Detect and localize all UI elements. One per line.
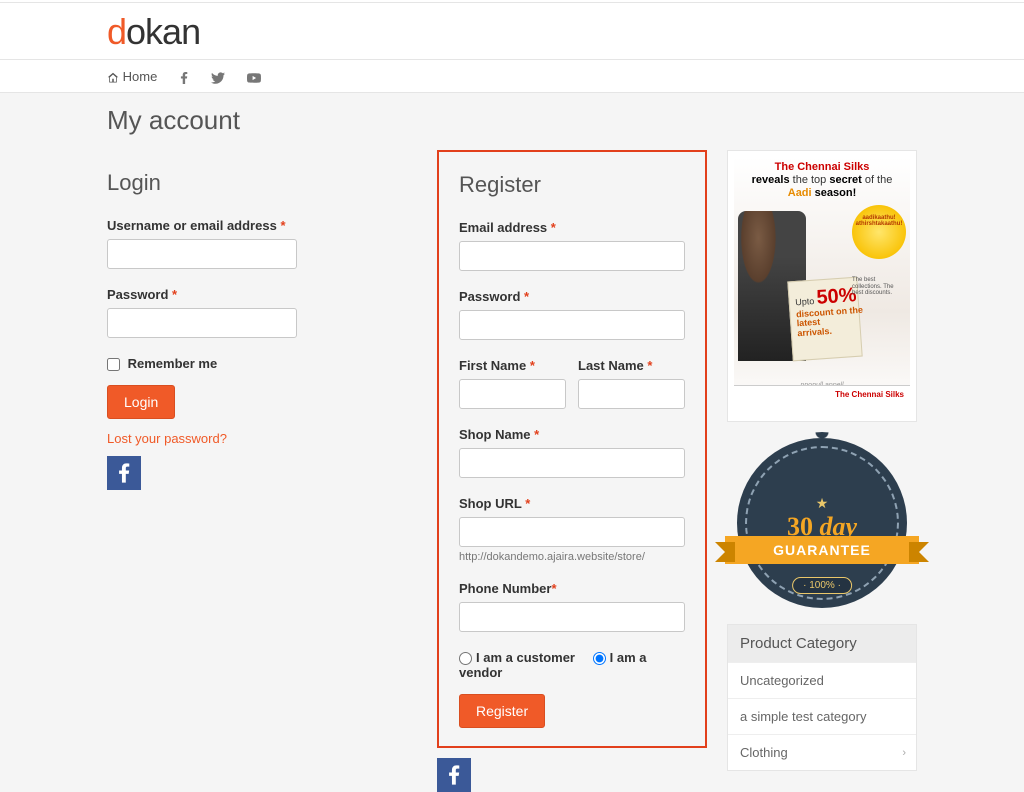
login-username-input[interactable]	[107, 239, 297, 269]
youtube-icon	[247, 72, 261, 84]
nav-facebook[interactable]	[179, 69, 189, 84]
reg-firstname-label: First Name *	[459, 358, 566, 373]
site-header: dokan Home	[0, 3, 1024, 93]
home-icon	[107, 72, 119, 84]
guarantee-100: · 100% ·	[792, 577, 852, 594]
category-item[interactable]: a simple test category	[728, 698, 916, 734]
widget-title: Product Category	[728, 625, 916, 662]
reg-phone-input[interactable]	[459, 602, 685, 632]
page-title: My account	[107, 105, 917, 136]
reg-email-label: Email address *	[459, 220, 685, 235]
reg-lastname-label: Last Name *	[578, 358, 685, 373]
remember-me-checkbox[interactable]	[107, 358, 120, 371]
facebook-icon	[179, 72, 189, 84]
facebook-icon	[118, 463, 130, 483]
register-box: Register Email address * Password * Firs…	[437, 150, 707, 748]
ad-headline: The Chennai Silks reveals the top secret…	[734, 157, 910, 201]
nav-twitter[interactable]	[211, 69, 225, 84]
ad-side-text: The best collections. The best discounts…	[852, 277, 906, 297]
register-heading: Register	[459, 172, 685, 198]
product-category-widget: Product Category Uncategorized a simple …	[727, 624, 917, 771]
logo-d: d	[107, 11, 126, 52]
reg-firstname-input[interactable]	[459, 379, 566, 409]
reg-password-label: Password *	[459, 289, 685, 304]
login-heading: Login	[107, 170, 377, 196]
logo-rest: okan	[126, 11, 200, 52]
login-username-label: Username or email address *	[107, 218, 377, 233]
reg-password-input[interactable]	[459, 310, 685, 340]
reg-email-input[interactable]	[459, 241, 685, 271]
page-body: My account Login Username or email addre…	[97, 93, 927, 792]
login-password-input[interactable]	[107, 308, 297, 338]
role-customer-radio[interactable]	[459, 652, 472, 665]
sidebar: The Chennai Silks reveals the top secret…	[727, 150, 917, 771]
login-button[interactable]: Login	[107, 385, 175, 419]
role-vendor-radio[interactable]	[593, 652, 606, 665]
category-item[interactable]: Uncategorized	[728, 662, 916, 698]
login-section: Login Username or email address * Passwo…	[107, 150, 417, 792]
site-logo[interactable]: dokan	[107, 3, 917, 59]
category-item[interactable]: Clothing›	[728, 734, 916, 770]
star-icon: ★	[816, 495, 829, 512]
reg-phone-label: Phone Number*	[459, 581, 685, 596]
reg-lastname-input[interactable]	[578, 379, 685, 409]
nav-home-label: Home	[123, 69, 158, 84]
reg-shopurl-hint: http://dokandemo.ajaira.website/store/	[459, 551, 685, 563]
ad-footer: The Chennai Silks	[734, 385, 910, 415]
role-customer-option[interactable]: I am a customer	[459, 650, 575, 665]
chevron-right-icon: ›	[902, 747, 906, 759]
nav-home[interactable]: Home	[107, 69, 157, 84]
reg-shopname-input[interactable]	[459, 448, 685, 478]
guarantee-badge: ★ 30 day MONEY BACK GUARANTEE · 100% ·	[727, 438, 917, 608]
register-section: Register Email address * Password * Firs…	[437, 150, 707, 792]
nav-youtube[interactable]	[247, 69, 261, 84]
nav-bar: Home	[0, 59, 1024, 92]
sidebar-ad[interactable]: The Chennai Silks reveals the top secret…	[727, 150, 917, 422]
reg-shopurl-input[interactable]	[459, 517, 685, 547]
twitter-icon	[211, 72, 225, 84]
login-password-label: Password *	[107, 287, 377, 302]
reg-shopurl-label: Shop URL *	[459, 496, 685, 511]
lost-password-link[interactable]: Lost your password?	[107, 431, 227, 446]
remember-me-label: Remember me	[128, 356, 218, 371]
facebook-icon	[448, 765, 460, 785]
register-facebook-button[interactable]	[437, 758, 471, 792]
ad-badge: aadikaathu! athirshtakaathu!	[852, 205, 906, 259]
reg-shopname-label: Shop Name *	[459, 427, 685, 442]
register-button[interactable]: Register	[459, 694, 545, 728]
guarantee-ribbon: GUARANTEE	[725, 536, 919, 564]
login-facebook-button[interactable]	[107, 456, 141, 490]
